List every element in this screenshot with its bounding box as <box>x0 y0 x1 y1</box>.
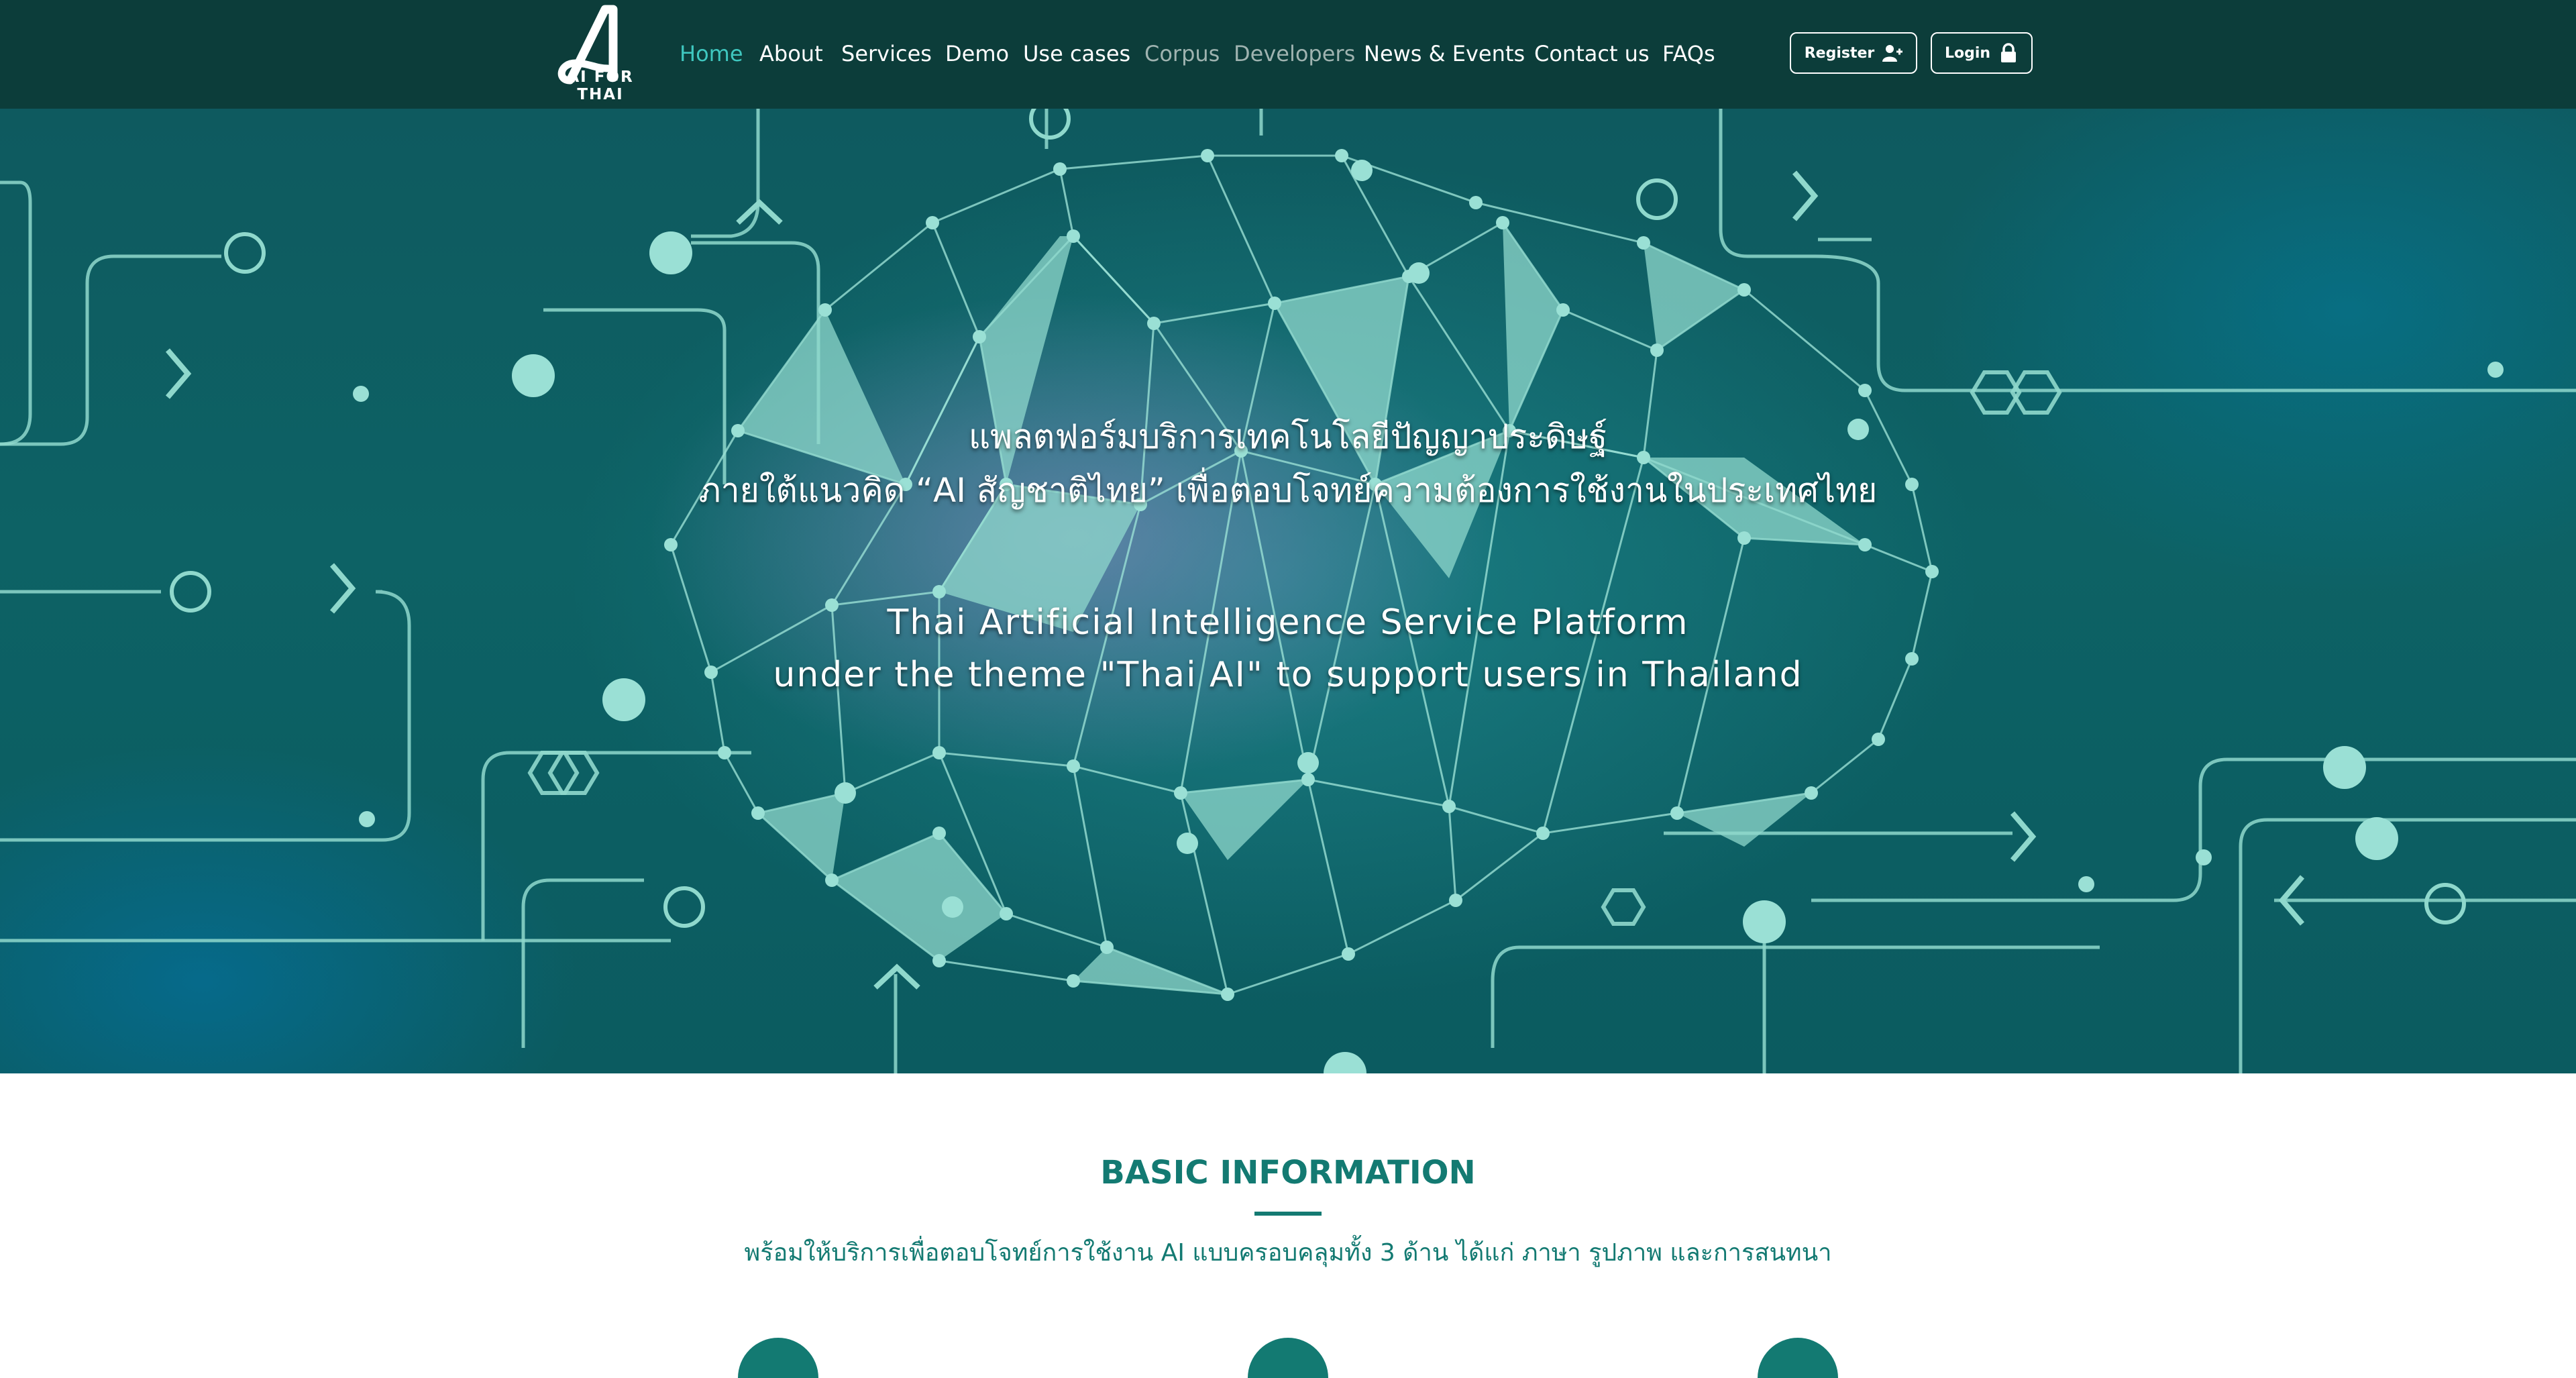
hero-banner: แพลตฟอร์มบริการเทคโนโลยีปัญญาประดิษฐ์ ภา… <box>0 109 2576 1073</box>
ai-for-thai-logo[interactable]: AI FOR THAI <box>543 1 657 106</box>
nav-item-use-cases[interactable]: Use cases <box>1023 34 1130 74</box>
hero-english-line-1: Thai Artificial Intelligence Service Pla… <box>887 602 1689 643</box>
logo-wordmark: AI FOR THAI <box>567 68 634 103</box>
nav-item-news-events[interactable]: News & Events <box>1364 34 1525 74</box>
hero-english-line-2: under the theme "Thai AI" to support use… <box>773 655 1803 695</box>
feature-icon-conversation <box>1758 1338 1838 1378</box>
basic-information-subtitle: พร้อมให้บริการเพื่อตอบโจทย์การใช้งาน AI … <box>744 1239 1832 1267</box>
nav-item-corpus[interactable]: Corpus <box>1144 34 1220 74</box>
nav-item-demo[interactable]: Demo <box>945 34 1009 74</box>
register-label: Register <box>1804 44 1875 62</box>
register-button[interactable]: Register <box>1790 32 1917 74</box>
nav-item-developers[interactable]: Developers <box>1234 34 1355 74</box>
nav-item-faqs[interactable]: FAQs <box>1662 34 1715 74</box>
nav-item-home[interactable]: Home <box>680 34 743 74</box>
nav-item-contact-us[interactable]: Contact us <box>1534 34 1650 74</box>
hero-thai-line-1: แพลตฟอร์มบริการเทคโนโลยีปัญญาประดิษฐ์ <box>968 417 1608 456</box>
feature-icon-language <box>738 1338 818 1378</box>
top-navbar: AI FOR THAI Home About Services Demo Use… <box>0 0 2576 109</box>
login-button[interactable]: Login <box>1931 32 2033 74</box>
brain-network-illustration <box>0 109 2576 1073</box>
login-label: Login <box>1944 44 1991 62</box>
add-user-icon <box>1882 45 1903 62</box>
nav-item-about[interactable]: About <box>759 34 823 74</box>
basic-information-title: BASIC INFORMATION <box>1100 1154 1476 1191</box>
lock-icon <box>2001 43 2017 62</box>
feature-icon-image <box>1248 1338 1328 1378</box>
title-underline <box>1254 1212 1322 1216</box>
nav-item-services[interactable]: Services <box>841 34 932 74</box>
hero-thai-line-2: ภายใต้แนวคิด “AI สัญชาติไทย” เพื่อตอบโจท… <box>698 471 1878 510</box>
